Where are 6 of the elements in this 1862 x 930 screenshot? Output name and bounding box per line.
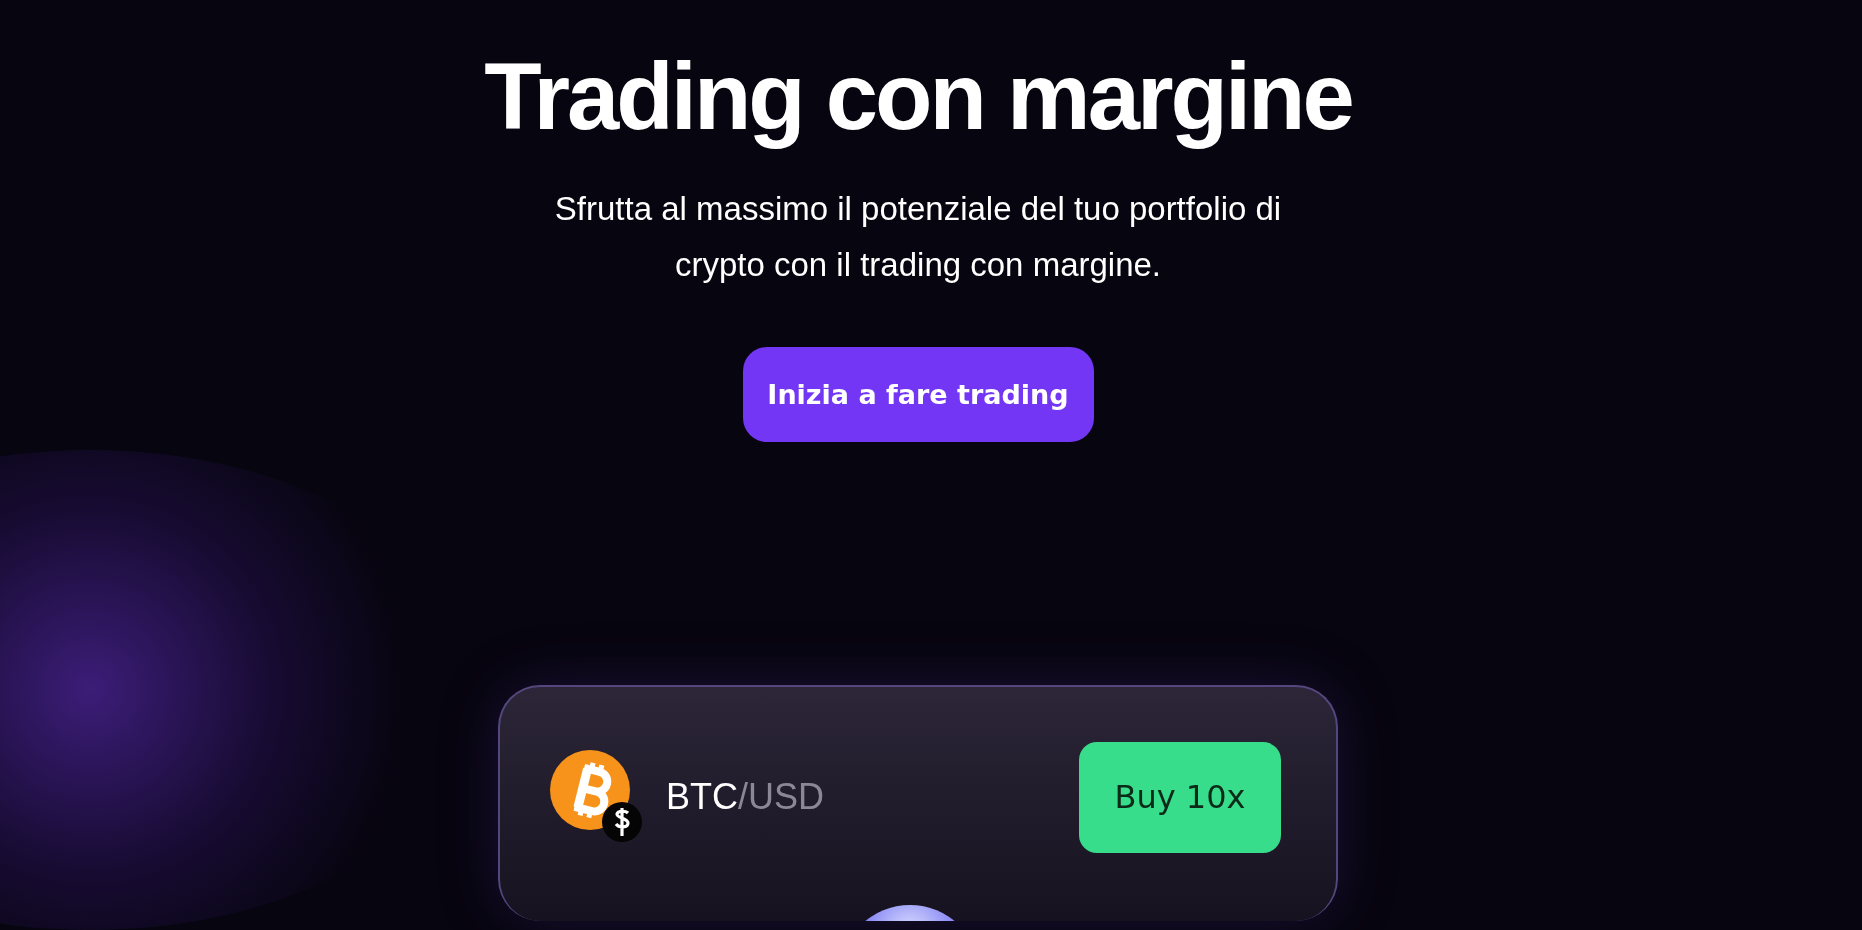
page-subtitle: Sfrutta al massimo il potenziale del tuo portfolio di crypto con il trading con margine.: [553, 188, 1283, 285]
trading-pair: BTC/USD: [666, 776, 825, 819]
page-title: Trading con margine: [484, 48, 1352, 147]
start-trading-button[interactable]: Inizia a fare trading: [742, 346, 1094, 442]
bitcoin-coin-icon: [550, 750, 644, 845]
buy-button[interactable]: Buy 10x: [1079, 741, 1281, 853]
